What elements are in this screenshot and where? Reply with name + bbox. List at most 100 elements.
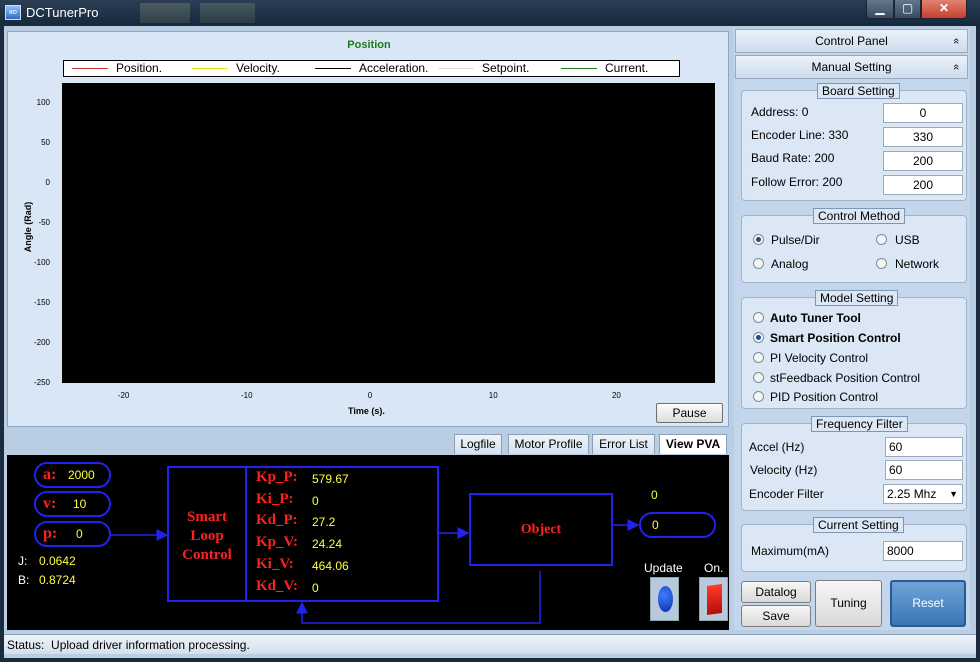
radio-stfeedback[interactable]	[753, 372, 764, 383]
maximum-ma-field[interactable]: 8000	[883, 541, 963, 561]
radio-label[interactable]: USB	[895, 233, 920, 247]
radio-usb[interactable]	[876, 234, 887, 245]
tab-motor-profile[interactable]: Motor Profile	[508, 434, 589, 454]
object-block: Object	[469, 493, 613, 566]
radio-label[interactable]: Analog	[771, 257, 808, 271]
encoder-filter-label: Encoder Filter	[749, 487, 824, 501]
radio-analog[interactable]	[753, 258, 764, 269]
velocity-value: 10	[73, 497, 87, 511]
x-axis-label: Time (s).	[348, 406, 385, 416]
control-panel-header[interactable]: Control Panel «	[735, 29, 968, 53]
tuning-button[interactable]: Tuning	[815, 580, 882, 627]
position-input[interactable]: p: 0	[34, 521, 111, 547]
datalog-button[interactable]: Datalog	[741, 581, 811, 603]
manual-setting-header[interactable]: Manual Setting «	[735, 55, 968, 79]
radio-pid-position[interactable]	[753, 391, 764, 402]
reset-button[interactable]: Reset	[890, 580, 966, 627]
tab-view-pva[interactable]: View PVA	[659, 434, 727, 454]
accel-hz-field[interactable]: 60	[885, 437, 963, 457]
address-field[interactable]: 0	[883, 103, 963, 123]
current-setting-title: Current Setting	[813, 517, 904, 533]
follow-error-field[interactable]: 200	[883, 175, 963, 195]
velocity-label: v:	[43, 495, 57, 512]
radio-pulse-dir[interactable]	[753, 234, 764, 245]
radio-network[interactable]	[876, 258, 887, 269]
accel-label: a:	[43, 466, 57, 483]
radio-label[interactable]: Auto Tuner Tool	[770, 311, 861, 325]
legend-label: Acceleration.	[359, 61, 429, 75]
encoder-filter-select[interactable]: 2.25 Mhz ▼	[883, 484, 963, 504]
collapse-icon[interactable]: «	[945, 64, 967, 70]
output-value: 0	[652, 518, 659, 532]
chart-title: Position	[347, 39, 391, 51]
chart-panel: Position Position. Velocity. Acceleratio…	[7, 31, 729, 427]
minimize-button[interactable]: ▁	[866, 0, 894, 19]
radio-label[interactable]: PID Position Control	[770, 390, 878, 404]
radio-label[interactable]: Smart Position Control	[770, 331, 901, 345]
tab-error-list[interactable]: Error List	[592, 434, 655, 454]
encoder-line-field[interactable]: 330	[883, 127, 963, 147]
radio-label[interactable]: PI Velocity Control	[770, 351, 868, 365]
status-label: Status:	[7, 638, 45, 652]
gain-value[interactable]: 24.24	[312, 537, 342, 551]
gain-value[interactable]: 27.2	[312, 515, 335, 529]
controller-line: Control	[182, 547, 232, 563]
radio-label[interactable]: Pulse/Dir	[771, 233, 820, 247]
gain-value[interactable]: 0	[312, 494, 319, 508]
velocity-input[interactable]: v: 10	[34, 491, 111, 517]
radio-label[interactable]: Network	[895, 257, 939, 271]
address-label: Address: 0	[751, 105, 809, 119]
gain-value[interactable]: 0	[312, 581, 319, 595]
legend-label: Setpoint.	[482, 61, 530, 75]
control-method-group	[741, 215, 967, 283]
y-axis-label: Angle (Rad)	[23, 201, 33, 253]
legend-swatch	[192, 68, 228, 69]
gain-value[interactable]: 464.06	[312, 559, 349, 573]
inertia-label: J:	[18, 554, 28, 568]
update-button[interactable]	[650, 577, 679, 621]
accel-value: 2000	[68, 468, 95, 482]
inertia-value: 0.0642	[39, 554, 76, 568]
status-bar: Status: Upload driver information proces…	[4, 634, 976, 654]
output-top-value: 0	[651, 488, 658, 502]
save-button[interactable]: Save	[741, 605, 811, 627]
manual-setting-title: Manual Setting	[811, 60, 892, 74]
close-button[interactable]: ✕	[921, 0, 967, 19]
controller-name: Smart Loop Control	[169, 508, 245, 565]
control-method-title: Control Method	[813, 208, 906, 224]
y-tick-label: -150	[33, 298, 50, 307]
radio-pi-velocity[interactable]	[753, 352, 764, 363]
x-tick-label: 20	[611, 391, 621, 400]
legend-label: Position.	[116, 61, 163, 75]
on-label: On.	[704, 561, 724, 575]
gain-label: Ki_V:	[256, 556, 294, 572]
radio-label[interactable]: stFeedback Position Control	[770, 371, 920, 385]
radio-smart-position[interactable]	[753, 332, 764, 343]
on-switch[interactable]	[699, 577, 728, 621]
gain-value[interactable]: 579.67	[312, 472, 349, 486]
gain-label: Kp_V:	[256, 534, 298, 550]
chevron-down-icon[interactable]: ▼	[949, 485, 958, 503]
radio-auto-tuner[interactable]	[753, 312, 764, 323]
update-led-icon	[658, 586, 673, 612]
baud-rate-field[interactable]: 200	[883, 151, 963, 171]
gain-label: Kd_P:	[256, 512, 298, 528]
pause-button[interactable]: Pause	[656, 403, 723, 423]
gain-label: Kd_V:	[256, 578, 298, 594]
damping-value: 0.8724	[39, 573, 76, 587]
baud-rate-label: Baud Rate: 200	[751, 151, 835, 165]
collapse-icon[interactable]: «	[945, 38, 967, 44]
position-value: 0	[76, 527, 83, 541]
pva-diagram: a: 2000 v: 10 p: 0 J: 0.0642 B: 0.8724 Smar…	[7, 455, 729, 630]
plot-area[interactable]	[62, 83, 715, 383]
controller-line: Loop	[190, 528, 224, 544]
tab-logfile[interactable]: Logfile	[454, 434, 502, 454]
velocity-hz-field[interactable]: 60	[885, 460, 963, 480]
controller-line: Smart	[187, 509, 227, 525]
gain-label: Ki_P:	[256, 491, 294, 507]
maximize-button[interactable]: ▢	[894, 0, 921, 19]
velocity-hz-label: Velocity (Hz)	[750, 463, 818, 477]
legend-swatch	[315, 68, 351, 69]
accel-input[interactable]: a: 2000	[34, 462, 111, 488]
controller-divider	[245, 468, 247, 600]
